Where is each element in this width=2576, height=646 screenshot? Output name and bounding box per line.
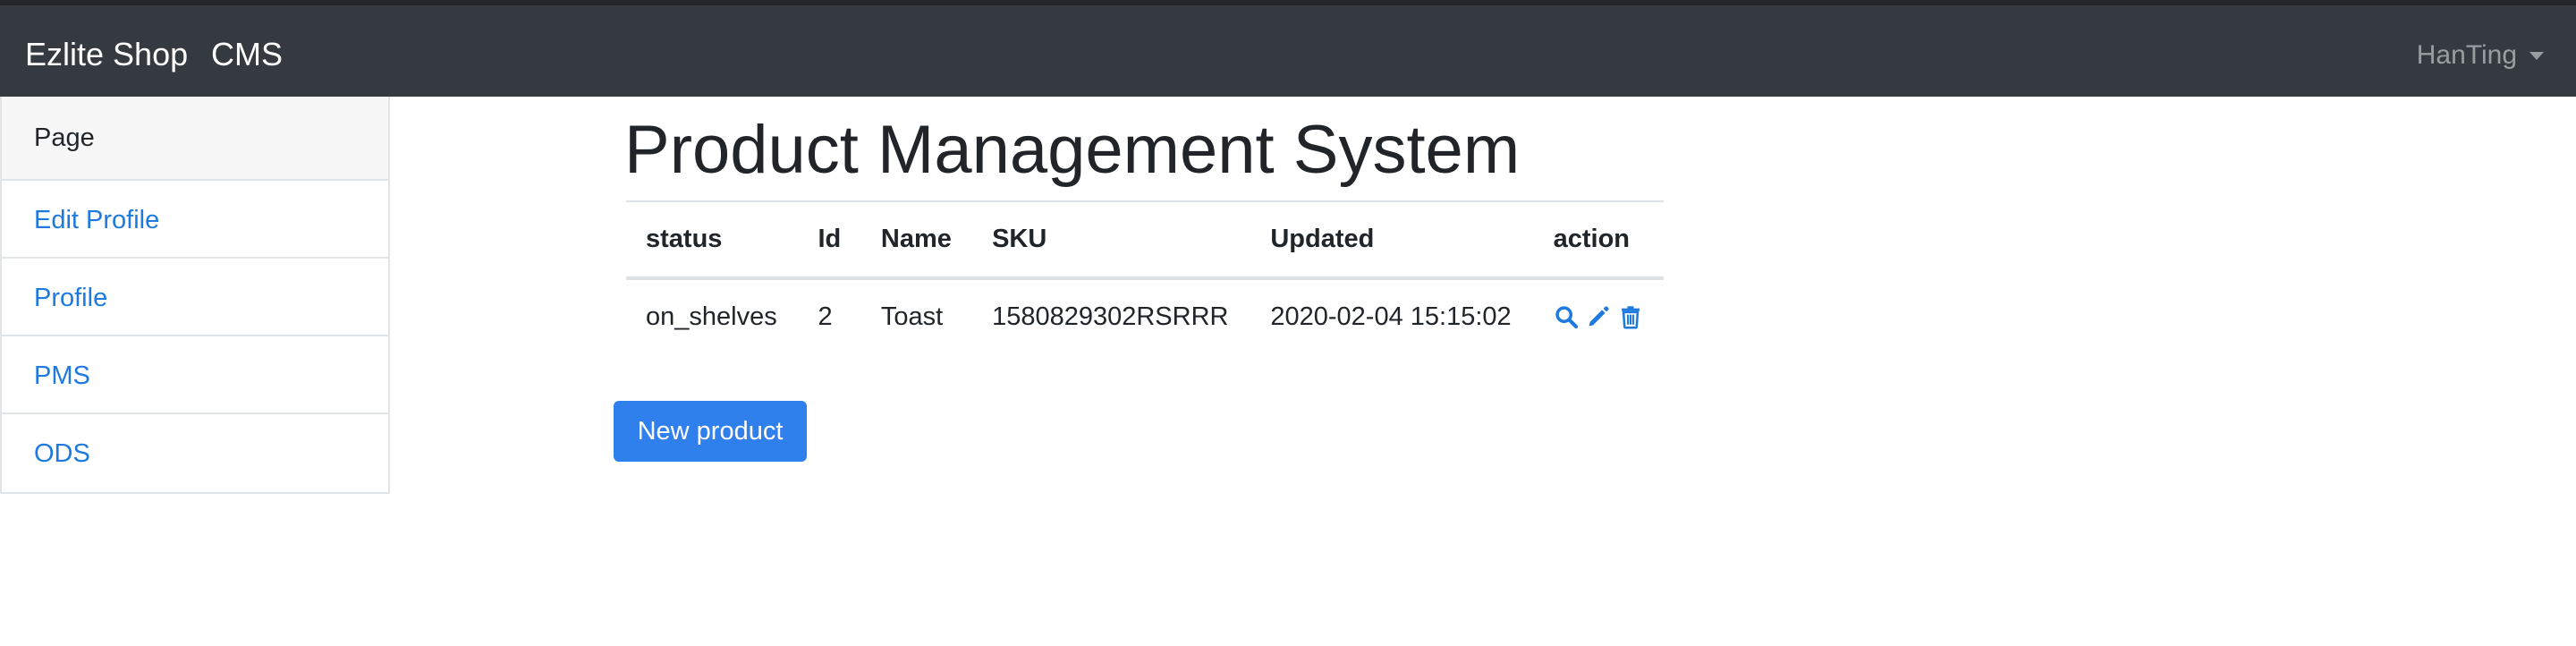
trash-icon[interactable] xyxy=(1618,304,1643,329)
column-header-status: status xyxy=(626,200,799,280)
sidebar-header: Page xyxy=(2,97,388,181)
row-actions xyxy=(1554,304,1644,329)
cell-updated: 2020-02-04 15:15:02 xyxy=(1250,277,1534,353)
cms-link[interactable]: CMS xyxy=(211,36,283,73)
cell-sku: 1580829302RSRRR xyxy=(972,277,1251,353)
user-name: HanTing xyxy=(2416,40,2517,70)
cell-name: Toast xyxy=(860,277,973,353)
cell-id: 2 xyxy=(798,277,861,353)
brand-link[interactable]: Ezlite Shop xyxy=(25,36,188,73)
new-product-button[interactable]: New product xyxy=(614,401,807,462)
column-header-action: action xyxy=(1533,200,1664,280)
page-title: Product Management System xyxy=(624,112,1521,188)
products-table: status Id Name SKU Updated action on_she… xyxy=(626,200,1664,353)
user-dropdown[interactable]: HanTing xyxy=(2417,39,2544,72)
sidebar: Page Edit Profile Profile PMS ODS xyxy=(0,97,390,494)
cell-actions xyxy=(1533,277,1664,353)
table-header-row: status Id Name SKU Updated action xyxy=(626,200,1664,280)
column-header-name: Name xyxy=(860,200,973,280)
table-row: on_shelves 2 Toast 1580829302RSRRR 2020-… xyxy=(626,277,1664,353)
search-icon[interactable] xyxy=(1554,304,1579,329)
column-header-sku: SKU xyxy=(972,200,1251,280)
sidebar-item-edit-profile[interactable]: Edit Profile xyxy=(2,181,388,259)
column-header-updated: Updated xyxy=(1250,200,1534,280)
top-navbar: Ezlite Shop CMS HanTing xyxy=(0,0,2576,97)
caret-down-icon xyxy=(2529,51,2544,60)
pencil-icon[interactable] xyxy=(1586,304,1611,329)
cell-status: on_shelves xyxy=(626,277,799,353)
sidebar-item-profile[interactable]: Profile xyxy=(2,259,388,336)
sidebar-item-pms[interactable]: PMS xyxy=(2,336,388,414)
sidebar-item-ods[interactable]: ODS xyxy=(2,414,388,492)
column-header-id: Id xyxy=(798,200,861,280)
